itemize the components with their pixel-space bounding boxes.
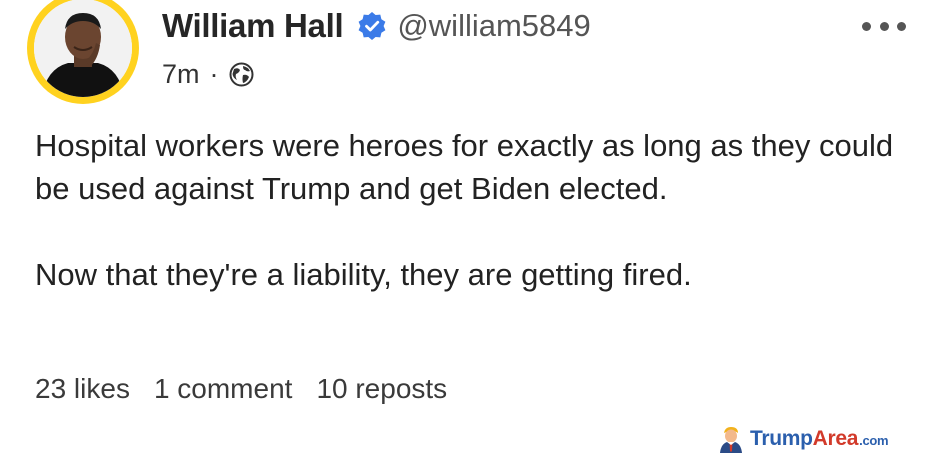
watermark: TrumpArea.com <box>718 424 889 454</box>
comments-count[interactable]: 1 comment <box>154 373 293 405</box>
author-handle[interactable]: @william5849 <box>397 8 590 44</box>
watermark-suffix: .com <box>859 433 889 448</box>
post-meta: 7m · <box>162 56 254 92</box>
likes-count[interactable]: 23 likes <box>35 373 130 405</box>
author-row: William Hall @william5849 <box>162 4 591 48</box>
post-paragraph: Now that they're a liability, they are g… <box>35 257 692 292</box>
meta-separator: · <box>209 58 219 89</box>
author-name[interactable]: William Hall <box>162 7 344 45</box>
avatar[interactable] <box>34 0 132 97</box>
verified-check-icon <box>357 11 387 41</box>
globe-icon <box>229 62 254 87</box>
more-options-button[interactable] <box>862 14 906 38</box>
watermark-brand-1: Trump <box>750 427 813 450</box>
avatar-ring[interactable] <box>27 0 139 104</box>
post-card: William Hall @william5849 7m · Hospital … <box>0 0 940 453</box>
more-horizontal-icon <box>897 21 906 31</box>
watermark-brand-2: Area <box>812 427 859 450</box>
more-horizontal-icon <box>879 21 889 31</box>
post-paragraph: Hospital workers were heroes for exactly… <box>35 128 894 206</box>
post-timestamp[interactable]: 7m <box>162 59 200 90</box>
trump-figure-icon <box>718 425 744 453</box>
reposts-count[interactable]: 10 reposts <box>316 373 447 405</box>
more-horizontal-icon <box>862 21 871 31</box>
watermark-logo: TrumpArea.com <box>750 427 889 451</box>
post-body: Hospital workers were heroes for exactly… <box>35 124 915 296</box>
engagement-stats: 23 likes 1 comment 10 reposts <box>35 373 447 405</box>
avatar-image <box>34 0 132 97</box>
